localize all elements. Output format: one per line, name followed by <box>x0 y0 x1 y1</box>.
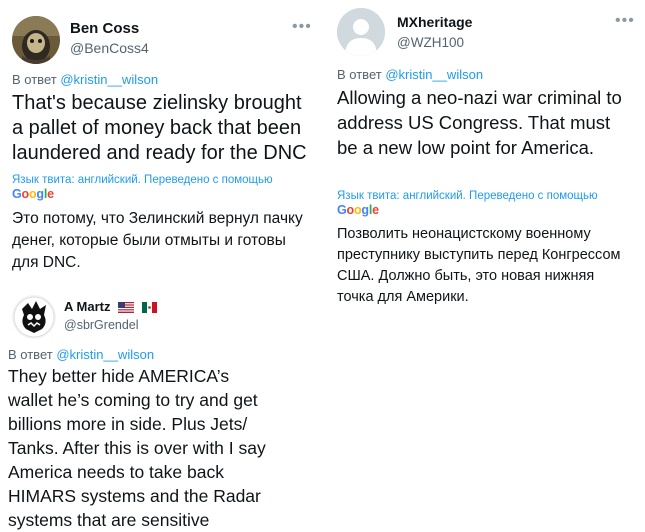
reply-context: В ответ @kristin__wilson <box>337 67 483 82</box>
author-handle[interactable]: @BenCoss4 <box>70 40 149 56</box>
translation-note[interactable]: Язык твита: английский. Переведено с пом… <box>12 174 273 186</box>
reply-mention-link[interactable]: @kristin__wilson <box>385 67 483 82</box>
tweet-text: That's because zielinsky brought a palle… <box>12 92 307 164</box>
avatar[interactable] <box>12 16 60 64</box>
us-flag-icon <box>118 302 135 314</box>
google-logo-icon: Google <box>337 203 379 217</box>
translation-note[interactable]: Язык твита: английский. Переведено с пом… <box>337 190 598 202</box>
tweet-ben-coss[interactable]: Ben Coss @BenCoss4 ••• В ответ @kristin_… <box>0 0 323 285</box>
translated-text: Позволить неонацистскому военному престу… <box>337 226 621 305</box>
reply-mention-link[interactable]: @kristin__wilson <box>60 72 158 87</box>
reply-mention-link[interactable]: @kristin__wilson <box>56 347 154 362</box>
reply-context: В ответ @kristin__wilson <box>8 347 154 362</box>
author-handle[interactable]: @sbrGrendel <box>64 318 139 332</box>
avatar-image <box>13 296 55 338</box>
reply-prefix: В ответ <box>12 72 57 87</box>
author-name-row: A Martz <box>64 299 157 314</box>
avatar-image <box>337 8 385 56</box>
avatar[interactable] <box>12 295 56 339</box>
reply-prefix: В ответ <box>8 347 53 362</box>
translated-text: Это потому, что Зелинский вернул пачку д… <box>12 210 303 271</box>
author-name[interactable]: Ben Coss <box>70 20 139 37</box>
more-options-icon[interactable]: ••• <box>615 12 635 30</box>
author-name[interactable]: A Martz <box>64 299 110 314</box>
author-handle[interactable]: @WZH100 <box>397 35 464 50</box>
google-logo-icon: Google <box>12 187 54 201</box>
default-avatar-icon[interactable] <box>337 8 385 56</box>
tweet-text: They better hide AMERICA’s wallet he’s c… <box>8 366 266 530</box>
tweet-mxheritage[interactable]: MXheritage @WZH100 ••• В ответ @kristin_… <box>323 0 645 320</box>
mexico-flag-icon <box>141 302 157 314</box>
reply-context: В ответ @kristin__wilson <box>12 72 158 87</box>
tweet-a-martz[interactable]: A Martz @sbrGrendel В ответ @kristin__wi… <box>0 285 323 531</box>
avatar-image <box>12 16 60 64</box>
author-name[interactable]: MXheritage <box>397 14 472 30</box>
more-options-icon[interactable]: ••• <box>292 18 312 36</box>
reply-prefix: В ответ <box>337 67 382 82</box>
tweet-text: Allowing a neo-nazi war criminal to addr… <box>337 87 622 158</box>
